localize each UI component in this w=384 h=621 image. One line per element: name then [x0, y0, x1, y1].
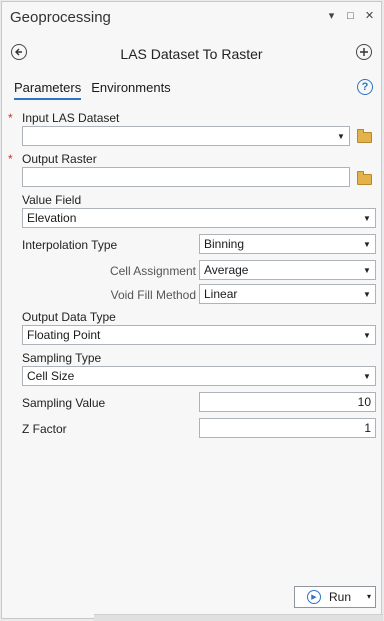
maximize-icon[interactable]: □: [345, 10, 356, 22]
sampling-type-label: Sampling Type: [22, 351, 102, 365]
tab-parameters[interactable]: Parameters: [14, 80, 82, 100]
close-icon[interactable]: ✕: [364, 10, 375, 22]
chevron-down-icon[interactable]: ▼: [361, 266, 373, 275]
tool-title: LAS Dataset To Raster: [120, 46, 263, 62]
sampling-type-select[interactable]: Cell Size ▼: [22, 366, 376, 386]
input-las-label: * Input LAS Dataset: [8, 111, 120, 125]
void-fill-select[interactable]: Linear ▼: [199, 284, 376, 304]
z-factor-input[interactable]: 1: [199, 418, 376, 438]
input-las-field[interactable]: ▼: [22, 126, 350, 146]
run-button[interactable]: ▶ Run ▾: [294, 586, 376, 608]
pane-menu-icon[interactable]: ▾: [326, 10, 337, 22]
sampling-value-label: Sampling Value: [22, 396, 106, 410]
void-fill-label: Void Fill Method: [110, 288, 196, 302]
chevron-down-icon[interactable]: ▼: [335, 132, 347, 141]
run-label: Run: [329, 590, 352, 604]
value-field-label: Value Field: [22, 193, 82, 207]
interpolation-type-label: Interpolation Type: [22, 238, 118, 252]
output-data-type-label: Output Data Type: [22, 310, 116, 324]
chevron-down-icon[interactable]: ▼: [361, 372, 373, 381]
pane-title: Geoprocessing: [10, 8, 111, 26]
chevron-down-icon[interactable]: ▼: [361, 331, 373, 340]
tab-strip: Parameters Environments: [14, 80, 171, 100]
required-marker: *: [8, 111, 13, 125]
tab-environments[interactable]: Environments: [91, 80, 170, 100]
sampling-value-input[interactable]: 10: [199, 392, 376, 412]
window-controls: ▾ □ ✕: [326, 10, 375, 22]
required-marker: *: [8, 152, 13, 166]
horizontal-scrollbar[interactable]: [94, 614, 383, 621]
geoprocessing-pane: Geoprocessing ▾ □ ✕ LAS Dataset To Raste…: [1, 1, 383, 621]
output-data-type-select[interactable]: Floating Point ▼: [22, 325, 376, 345]
output-raster-field[interactable]: [22, 167, 350, 187]
pane-titlebar: Geoprocessing ▾ □ ✕: [2, 2, 381, 32]
chevron-down-icon[interactable]: ▼: [361, 240, 373, 249]
cell-assignment-label: Cell Assignment: [109, 264, 196, 278]
run-options-caret-icon[interactable]: ▾: [367, 592, 371, 601]
tool-header: LAS Dataset To Raster: [2, 40, 381, 68]
play-icon: ▶: [307, 590, 321, 604]
cell-assignment-select[interactable]: Average ▼: [199, 260, 376, 280]
chevron-down-icon[interactable]: ▼: [361, 214, 373, 223]
help-icon[interactable]: ?: [357, 79, 373, 95]
plus-icon[interactable]: [356, 44, 372, 60]
chevron-down-icon[interactable]: ▼: [361, 290, 373, 299]
value-field-select[interactable]: Elevation ▼: [22, 208, 376, 228]
browse-folder-icon[interactable]: [357, 171, 372, 185]
output-raster-label: * Output Raster: [8, 152, 97, 166]
interpolation-type-select[interactable]: Binning ▼: [199, 234, 376, 254]
z-factor-label: Z Factor: [22, 422, 67, 436]
browse-folder-icon[interactable]: [357, 129, 372, 143]
